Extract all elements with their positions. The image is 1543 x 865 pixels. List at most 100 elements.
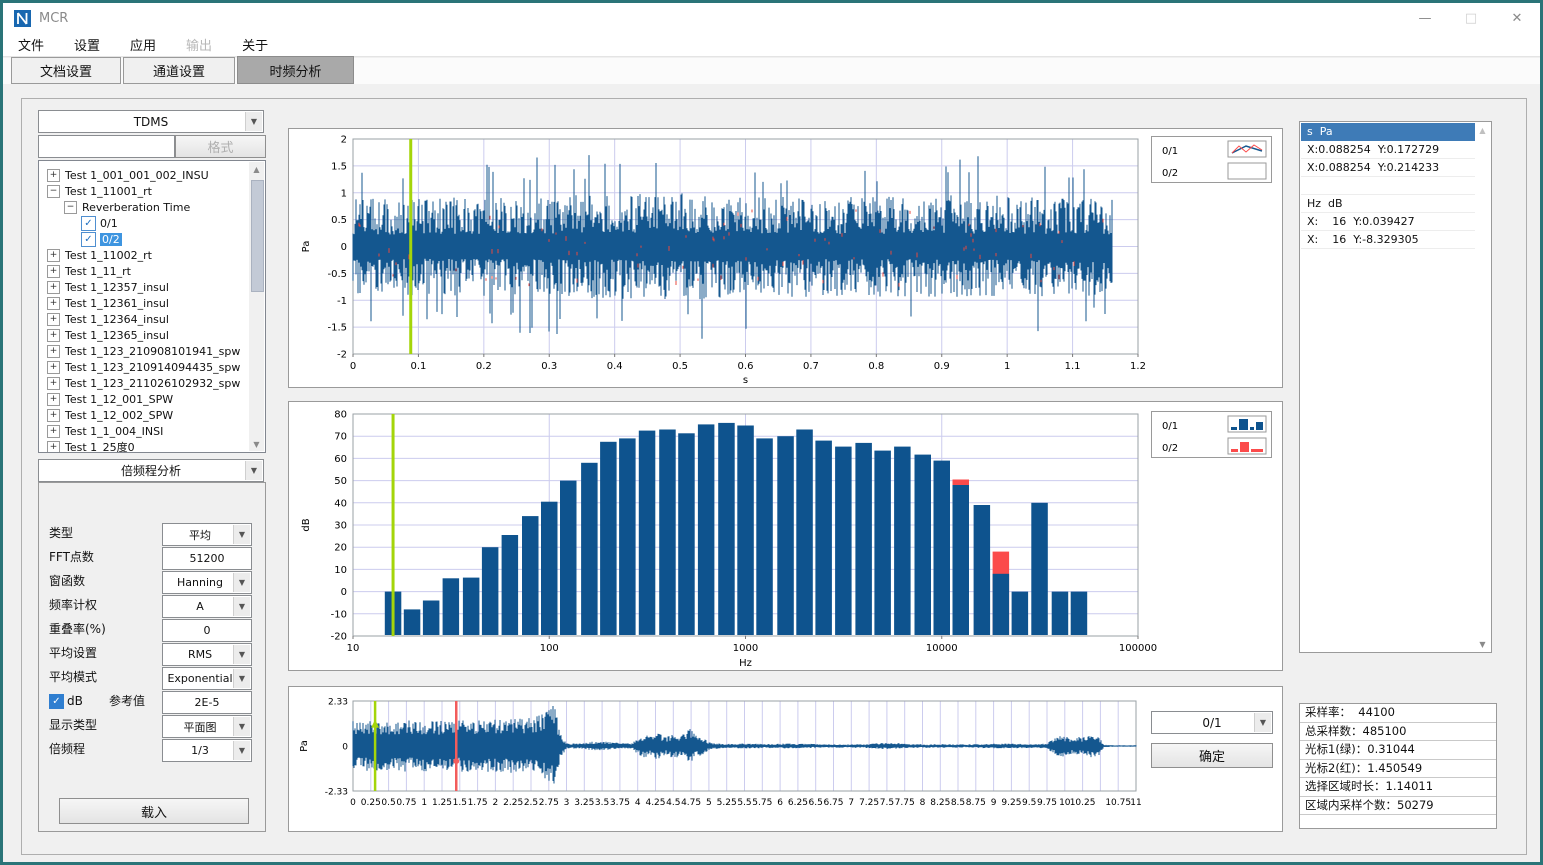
readout-scrollbar[interactable]: ▲ ▼	[1475, 123, 1490, 651]
tree-item-label[interactable]: Test 1_123_211026102932_spw	[65, 377, 240, 390]
readout-row[interactable]	[1301, 177, 1476, 195]
tree-item[interactable]: + Test 1_12364_insul	[41, 311, 249, 327]
tree-item-label[interactable]: 0/2	[100, 233, 122, 246]
tree-item[interactable]: + Test 1_12357_insul	[41, 279, 249, 295]
expand-icon[interactable]: +	[47, 377, 60, 390]
tree-item[interactable]: ✓ 0/2	[41, 231, 249, 247]
form-select[interactable]: Exponential▼	[162, 667, 252, 690]
tree-item[interactable]: + Test 1_12_001_SPW	[41, 391, 249, 407]
tree-item-label[interactable]: Test 1_123_210914094435_spw	[65, 361, 240, 374]
expand-icon[interactable]: +	[47, 393, 60, 406]
expand-icon[interactable]: +	[47, 425, 60, 438]
expand-icon[interactable]: +	[47, 169, 60, 182]
expand-icon[interactable]: +	[47, 297, 60, 310]
tree-item[interactable]: −Test 1_11001_rt	[41, 183, 249, 199]
readout-row[interactable]: X:0.088254 Y:0.214233	[1301, 159, 1476, 177]
form-select[interactable]: 平均▼	[162, 523, 252, 546]
tree-item-label[interactable]: Test 1_1_004_INSI	[65, 425, 163, 438]
readout-row[interactable]: Hz dB	[1301, 195, 1476, 213]
analysis-type-select[interactable]: 倍频程分析 ▼	[38, 459, 264, 482]
form-select[interactable]: 平面图▼	[162, 715, 252, 738]
filter-input[interactable]	[38, 135, 175, 158]
form-input[interactable]: 0	[162, 619, 252, 642]
overview-waveform-chart[interactable]: -2.3302.3300.250.50.7511.251.51.7522.252…	[288, 686, 1283, 832]
readout-header[interactable]: s Pa	[1301, 123, 1476, 141]
tree-item-label[interactable]: Test 1_12365_insul	[65, 329, 169, 342]
confirm-button[interactable]: 确定	[1151, 743, 1273, 768]
expand-icon[interactable]: +	[47, 345, 60, 358]
collapse-icon[interactable]: −	[47, 185, 60, 198]
expand-icon[interactable]: +	[47, 409, 60, 422]
readout-row[interactable]: X: 16 Y:-8.329305	[1301, 231, 1476, 249]
tree-item[interactable]: + Test 1_1_004_INSI	[41, 423, 249, 439]
readout-row[interactable]: X: 16 Y:0.039427	[1301, 213, 1476, 231]
tree-item[interactable]: −Reverberation Time	[41, 199, 249, 215]
form-select[interactable]: A▼	[162, 595, 252, 618]
tab-time-frequency-analysis[interactable]: 时频分析	[237, 56, 354, 84]
form-select[interactable]: 1/3▼	[162, 739, 252, 762]
tree-item[interactable]: + Test 1_11_rt	[41, 263, 249, 279]
tree-item[interactable]: + Test 1_12_002_SPW	[41, 407, 249, 423]
tree-item-label[interactable]: Test 1_001_001_002_INSU	[65, 169, 209, 182]
tree-item[interactable]: + Test 1_123_210908101941_spw	[41, 343, 249, 359]
tree-item-label[interactable]: 0/1	[100, 217, 118, 230]
menu-file[interactable]: 文件	[3, 32, 59, 57]
channel-checkbox[interactable]: ✓	[81, 232, 96, 247]
tree-item[interactable]: ✓ 0/1	[41, 215, 249, 231]
expand-icon[interactable]: +	[47, 313, 60, 326]
tree-item[interactable]: + Test 1_11002_rt	[41, 247, 249, 263]
tree-item-label[interactable]: Reverberation Time	[82, 201, 190, 214]
tree-item[interactable]: + Test 1_12361_insul	[41, 295, 249, 311]
tree-item-label[interactable]: Test 1_12_001_SPW	[65, 393, 173, 406]
tree-item-label[interactable]: Test 1_12357_insul	[65, 281, 169, 294]
scroll-down-icon[interactable]: ▼	[249, 437, 264, 451]
tree-item[interactable]: + Test 1_123_210914094435_spw	[41, 359, 249, 375]
collapse-icon[interactable]: −	[64, 201, 77, 214]
menu-apply[interactable]: 应用	[115, 32, 171, 57]
tree-item-label[interactable]: Test 1_11001_rt	[65, 185, 152, 198]
close-button[interactable]: ✕	[1494, 3, 1540, 33]
tree-item-label[interactable]: Test 1_12_002_SPW	[65, 409, 173, 422]
file-format-select[interactable]: TDMS ▼	[38, 110, 264, 133]
cursor-readout-list[interactable]: s Pa X:0.088254 Y:0.172729X:0.088254 Y:0…	[1299, 121, 1492, 653]
tree-item-label[interactable]: Test 1_25度0	[65, 439, 135, 453]
spectrum-chart[interactable]: -20-100102030405060708010100100010000100…	[288, 401, 1283, 671]
expand-icon[interactable]: +	[47, 441, 60, 454]
file-tree[interactable]: +Test 1_001_001_002_INSU−Test 1_11001_rt…	[38, 160, 266, 453]
tree-item[interactable]: + Test 1_123_211026102932_spw	[41, 375, 249, 391]
form-input[interactable]: 2E-5	[162, 691, 252, 714]
scroll-down-icon[interactable]: ▼	[1475, 637, 1490, 651]
format-button[interactable]: 格式	[175, 135, 266, 158]
expand-icon[interactable]: +	[47, 249, 60, 262]
form-select[interactable]: RMS▼	[162, 643, 252, 666]
time-waveform-chart[interactable]: -2-1.5-1-0.500.511.5200.10.20.30.40.50.6…	[288, 128, 1283, 388]
minimize-button[interactable]: —	[1402, 3, 1448, 33]
readout-row[interactable]: X:0.088254 Y:0.172729	[1301, 141, 1476, 159]
channel-checkbox[interactable]: ✓	[81, 216, 96, 231]
menu-settings[interactable]: 设置	[59, 32, 115, 57]
tree-scroll-thumb[interactable]	[251, 180, 264, 292]
expand-icon[interactable]: +	[47, 265, 60, 278]
scroll-up-icon[interactable]: ▲	[249, 162, 264, 176]
expand-icon[interactable]: +	[47, 361, 60, 374]
tree-item-label[interactable]: Test 1_123_210908101941_spw	[65, 345, 240, 358]
form-select[interactable]: Hanning▼	[162, 571, 252, 594]
channel-select[interactable]: 0/1 ▼	[1151, 711, 1273, 734]
tree-scrollbar[interactable]: ▲ ▼	[249, 162, 264, 451]
tree-item-label[interactable]: Test 1_12361_insul	[65, 297, 169, 310]
tab-document-settings[interactable]: 文档设置	[11, 57, 121, 84]
menu-about[interactable]: 关于	[227, 32, 283, 57]
tree-item[interactable]: + Test 1_12365_insul	[41, 327, 249, 343]
tree-item-label[interactable]: Test 1_12364_insul	[65, 313, 169, 326]
tab-channel-settings[interactable]: 通道设置	[123, 57, 235, 84]
tree-item[interactable]: + Test 1_25度0	[41, 439, 249, 453]
maximize-button[interactable]: □	[1448, 3, 1494, 33]
form-input[interactable]: 51200	[162, 547, 252, 570]
expand-icon[interactable]: +	[47, 281, 60, 294]
expand-icon[interactable]: +	[47, 329, 60, 342]
db-checkbox[interactable]: ✓	[49, 694, 64, 709]
tree-item[interactable]: + Test 1_001_001_002_INSU	[41, 167, 249, 183]
tree-item-label[interactable]: Test 1_11_rt	[65, 265, 131, 278]
tree-item-label[interactable]: Test 1_11002_rt	[65, 249, 152, 262]
load-button[interactable]: 载入	[59, 798, 249, 824]
